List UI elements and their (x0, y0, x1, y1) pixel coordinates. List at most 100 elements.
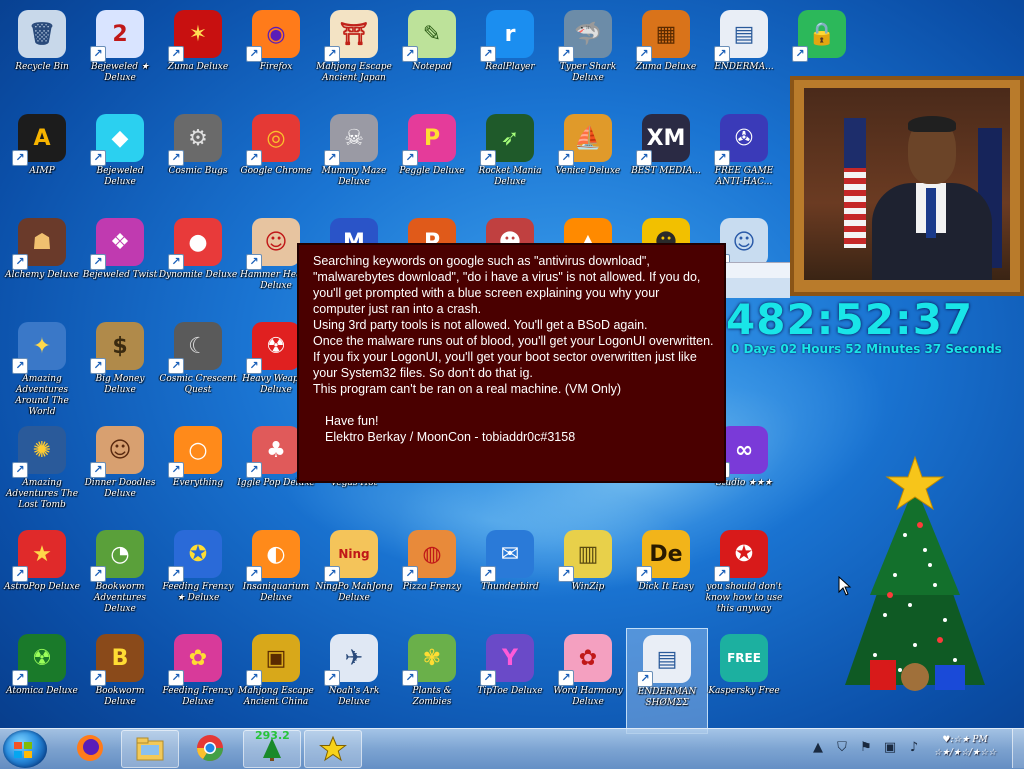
app-icon-glyph: ▣ (265, 645, 287, 671)
tray-shield-icon[interactable]: ⛉ (834, 740, 850, 756)
desktop-icon[interactable]: ⚙ ↗ Cosmic Bugs (158, 108, 238, 212)
desktop-icon-label: Bejeweled Twist (82, 270, 158, 280)
shortcut-arrow-icon: ↗ (12, 150, 28, 166)
app-icon: ● ↗ (168, 218, 222, 270)
app-icon: ◎ ↗ (246, 114, 300, 166)
shortcut-arrow-icon: ↗ (636, 46, 652, 62)
desktop-icon-label: Firefox (259, 62, 293, 72)
desktop-icon[interactable]: ▦ ↗ Zuma Deluxe (626, 4, 706, 108)
desktop-icon[interactable]: ✾ ↗ Plants & Zombies (392, 628, 472, 732)
desktop-icon[interactable]: ⛵ ↗ Venice Deluxe (548, 108, 628, 212)
desktop-icon-label: Venice Deluxe (555, 166, 621, 176)
tray-network-icon[interactable]: ▣ (882, 740, 898, 756)
desktop-icon[interactable]: $ ↗ Big Money Deluxe (80, 316, 160, 420)
desktop-icon[interactable]: ☢ ↗ Atomica Deluxe (2, 628, 82, 732)
desktop-icon[interactable]: ✎ ↗ Notepad (392, 4, 472, 108)
taskbar-firefox-button[interactable] (62, 730, 118, 766)
desktop-icon-label: AIMP (29, 166, 55, 176)
taskbar-chrome-button[interactable] (182, 730, 238, 766)
shortcut-arrow-icon: ↗ (90, 358, 106, 374)
desktop-icon[interactable]: ✶ ↗ Zuma Deluxe (158, 4, 238, 108)
desktop-icon[interactable]: ✪ ↗ Feeding Frenzy ★ Deluxe (158, 524, 238, 628)
app-icon: ✇ ↗ (714, 114, 768, 166)
taskbar-explorer-button[interactable] (121, 730, 179, 768)
app-icon-glyph: ⛵ (574, 125, 602, 151)
desktop-icon[interactable]: FREE Kaspersky Free (704, 628, 784, 732)
desktop-icon[interactable]: ✉ ↗ Thunderbird (470, 524, 550, 628)
app-icon-glyph: ◆ (111, 125, 129, 151)
desktop-icon[interactable]: XM ↗ BEST MEDIA... (626, 108, 706, 212)
photo-frame-widget[interactable] (790, 76, 1024, 296)
portrait-photo (804, 88, 1010, 280)
desktop-icon[interactable]: ⛩ ↗ Mahjong Escape Ancient Japan (314, 4, 394, 108)
dialog-text-line: Using 3rd party tools is not allowed. Yo… (313, 318, 648, 332)
desktop-icon[interactable]: ☗ ↗ Alchemy Deluxe (2, 212, 82, 316)
app-icon: ✎ ↗ (402, 10, 456, 62)
desktop-icon[interactable]: P ↗ Peggle Deluxe (392, 108, 472, 212)
app-icon-glyph: ▦ (655, 21, 677, 47)
app-icon-glyph: 🗑 (28, 21, 56, 47)
desktop-icon[interactable]: ★ ↗ AstroPop Deluxe (2, 524, 82, 628)
dialog-spacer (313, 397, 714, 413)
desktop-icon[interactable]: ◔ ↗ Bookworm Adventures Deluxe (80, 524, 160, 628)
desktop-icon[interactable]: r ↗ RealPlayer (470, 4, 550, 108)
desktop-icon[interactable]: ✈ ↗ Noah's Ark Deluxe (314, 628, 394, 732)
desktop-icon[interactable]: 🗑 Recycle Bin (2, 4, 82, 108)
app-icon: r ↗ (480, 10, 534, 62)
shortcut-arrow-icon: ↗ (90, 566, 106, 582)
desktop-icon[interactable]: ☠ ↗ Mummy Maze Deluxe (314, 108, 394, 212)
desktop-icon[interactable]: ❖ ↗ Bejeweled Twist (80, 212, 160, 316)
app-icon: ☺↗ (714, 218, 768, 270)
windows-logo-icon (14, 742, 32, 758)
desktop-icon[interactable]: ▤ ↗ ENDERMA... (704, 4, 784, 108)
taskbar-star-app-button[interactable] (304, 730, 362, 768)
desktop-icon[interactable]: A ↗ AIMP (2, 108, 82, 212)
desktop-icon[interactable]: ○ ↗ Everything (158, 420, 238, 524)
desktop-icon[interactable]: Ning ↗ NingPo MahJong Deluxe (314, 524, 394, 628)
desktop-icon[interactable]: ☺ ↗ Dinner Doodles Deluxe (80, 420, 160, 524)
desktop-icon-label: Bookworm Adventures Deluxe (93, 582, 147, 614)
desktop-icon[interactable]: ◐ ↗ Insaniquarium Deluxe (236, 524, 316, 628)
desktop-icon-label: Big Money Deluxe (95, 374, 145, 395)
desktop-icon[interactable]: ➶ ↗ Rocket Mania Deluxe (470, 108, 550, 212)
desktop-icon[interactable]: ✦ ↗ Amazing Adventures Around The World (2, 316, 82, 420)
desktop-icon[interactable]: ✇ ↗ FREE GAME ANTI-HAC... (704, 108, 784, 212)
shortcut-arrow-icon: ↗ (480, 46, 496, 62)
desktop-icon[interactable]: ✿ ↗ Feeding Frenzy Deluxe (158, 628, 238, 732)
desktop-icon[interactable]: ▤ ↗ ENDERMAN SHØMΣΣ (626, 628, 708, 734)
app-icon: ⚙ ↗ (168, 114, 222, 166)
taskbar-clock[interactable]: ♥:☆★ PM ☆★/★☆/★☆☆ (930, 734, 1000, 764)
app-icon-glyph: ✶ (188, 21, 208, 47)
app-icon-glyph: ✾ (422, 645, 442, 671)
app-icon-glyph: ✺ (32, 437, 52, 463)
app-icon-glyph: ☠ (344, 125, 364, 151)
app-icon: FREE (720, 634, 768, 682)
desktop-icon[interactable]: ✺ ↗ Amazing Adventures The Lost Tomb (2, 420, 82, 524)
desktop-icon[interactable]: Y ↗ TipToe Deluxe (470, 628, 550, 732)
app-icon: ⛩ ↗ (324, 10, 378, 62)
tray-volume-icon[interactable]: ♪ (906, 740, 922, 756)
tray-overflow-chevron-icon[interactable]: ▲ (810, 740, 826, 756)
desktop-icon[interactable]: ☾ ↗ Cosmic Crescent Quest (158, 316, 238, 420)
desktop-icon[interactable]: B ↗ Bookworm Deluxe (80, 628, 160, 732)
app-icon-glyph: ◎ (266, 125, 286, 151)
desktop-icon[interactable]: ◆ ↗ Bejeweled Deluxe (80, 108, 160, 212)
desktop-icon-label: Mummy Maze Deluxe (321, 166, 387, 187)
desktop-icon[interactable]: ▣ ↗ Mahjong Escape Ancient China (236, 628, 316, 732)
us-flag (844, 118, 866, 248)
desktop-icon[interactable]: ✿ ↗ Word Harmony Deluxe (548, 628, 628, 732)
tray-flag-icon[interactable]: ⚑ (858, 740, 874, 756)
app-icon-glyph: 2 (112, 21, 128, 47)
show-desktop-button[interactable] (1012, 729, 1024, 768)
desktop-icon[interactable]: 2 ↗ Bejeweled ★ Deluxe (80, 4, 160, 108)
desktop-icon[interactable]: ✪ ↗ you should don't know how to use this … (704, 524, 784, 628)
desktop-icon[interactable]: 🦈 ↗ Typer Shark Deluxe (548, 4, 628, 108)
desktop-icon[interactable]: ◎ ↗ Google Chrome (236, 108, 316, 212)
desktop-icon[interactable]: ◉ ↗ Firefox (236, 4, 316, 108)
app-icon-glyph: 🦈 (574, 21, 602, 47)
desktop-icon[interactable]: ◍ ↗ Pizza Frenzy (392, 524, 472, 628)
desktop-icon[interactable]: ● ↗ Dynomite Deluxe (158, 212, 238, 316)
desktop-icon[interactable]: ▥ ↗ WinZip (548, 524, 628, 628)
shortcut-arrow-icon: ↗ (90, 150, 106, 166)
desktop-icon[interactable]: De ↗ Dick It Easy (626, 524, 706, 628)
